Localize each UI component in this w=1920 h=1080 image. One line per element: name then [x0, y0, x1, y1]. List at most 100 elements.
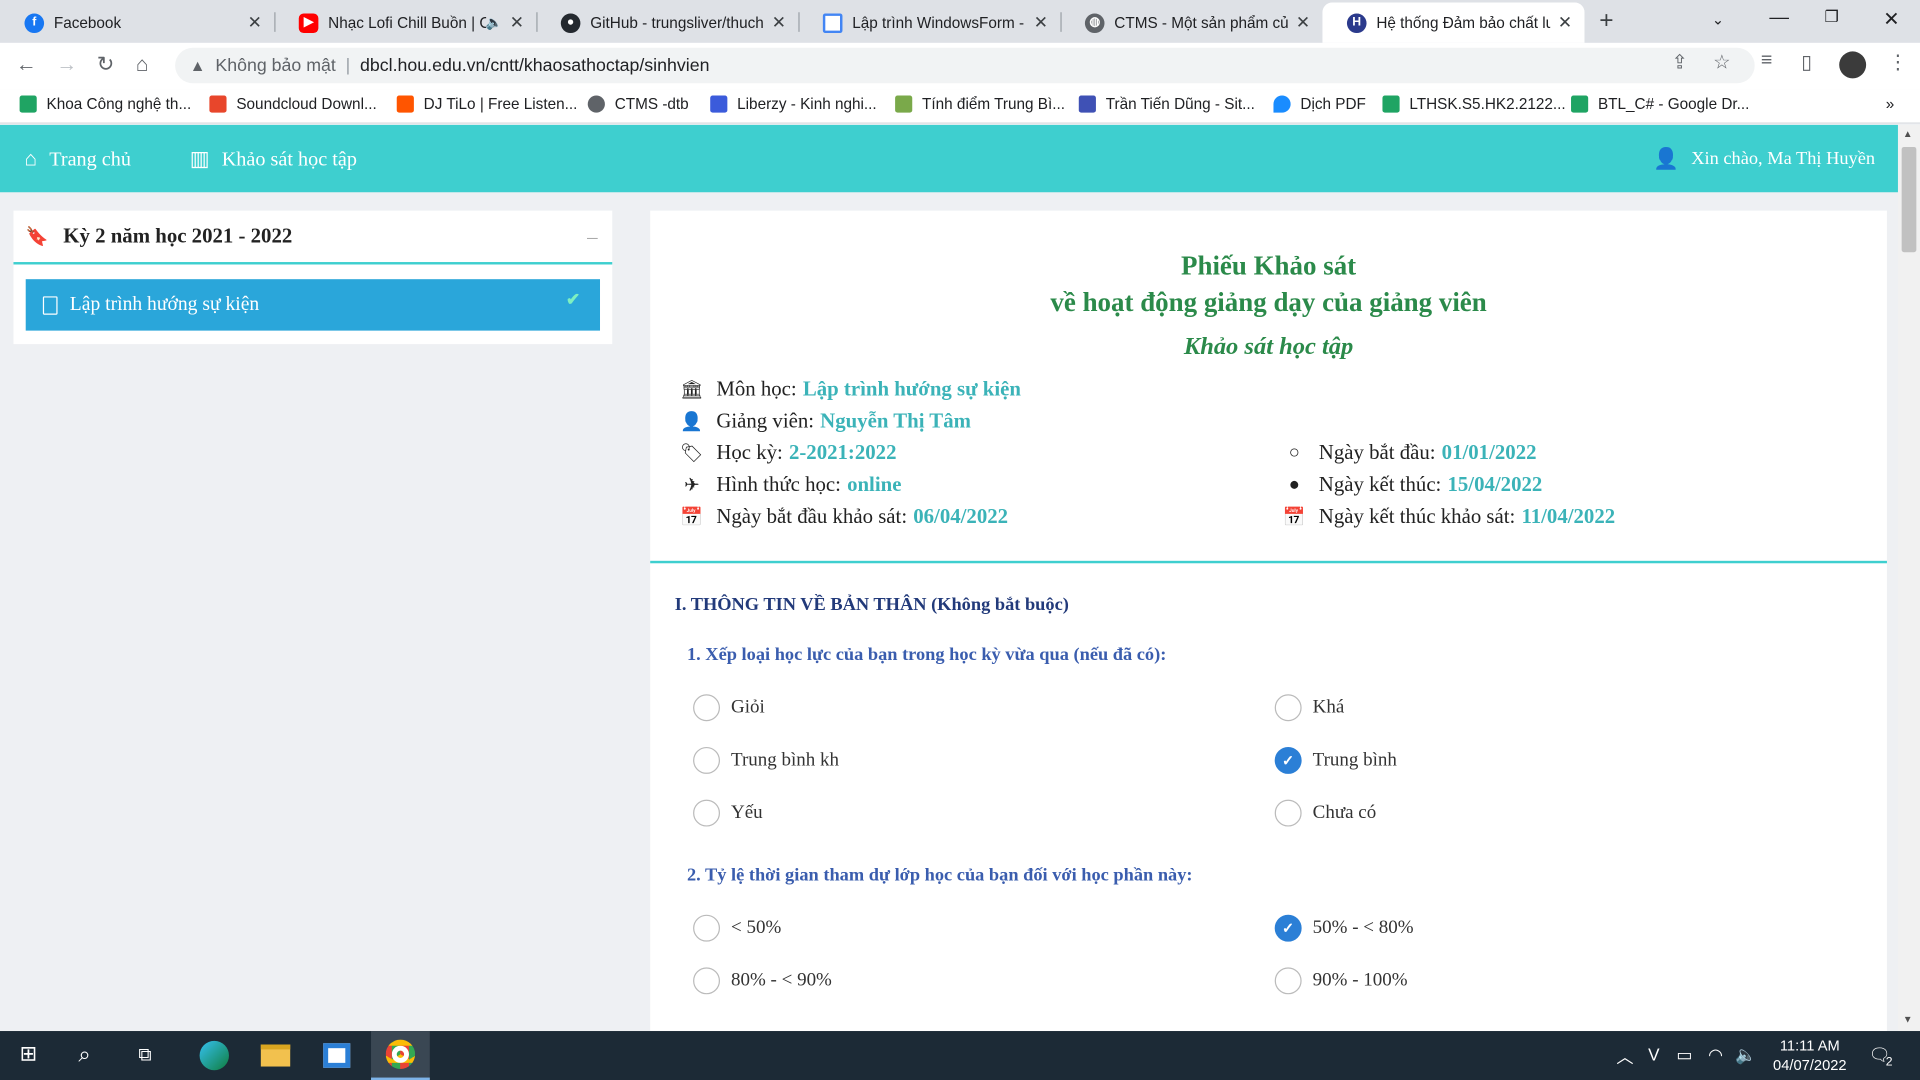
new-tab-button[interactable]: + — [1599, 7, 1613, 35]
radio-button[interactable] — [1274, 967, 1302, 995]
option-label: 50% - < 80% — [1312, 917, 1414, 938]
audio-playing-icon[interactable]: 🔈 — [486, 15, 503, 31]
menu-kebab-icon[interactable]: ⋮ — [1888, 50, 1908, 74]
nav-survey-label: Khảo sát học tập — [221, 146, 357, 171]
close-tab-icon[interactable]: ✕ — [248, 12, 262, 33]
nav-survey-link[interactable]: ▥ Khảo sát học tập — [190, 147, 357, 171]
q2-option-50-80[interactable]: ✓ 50% - < 80% — [1274, 914, 1414, 942]
tab-youtube[interactable]: ▶ Nhạc Lofi Chill Buồn | C 🔈 ✕ — [274, 2, 536, 42]
tab-title: CTMS - Một sản phẩm của — [1114, 14, 1289, 32]
close-tab-icon[interactable]: ✕ — [510, 12, 524, 33]
url-text[interactable]: dbcl.hou.edu.vn/cntt/khaosathoctap/sinhv… — [360, 56, 709, 76]
reload-icon[interactable]: ↻ — [97, 53, 114, 77]
sidebar-item-course[interactable]: Lập trình hướng sự kiện ✔ — [25, 279, 601, 331]
bookmark-item[interactable]: Tính điểm Trung Bì... — [895, 95, 1065, 113]
q1-option-yeu[interactable]: Yếu — [693, 799, 763, 827]
tab-search-icon[interactable]: ⌄ — [1712, 11, 1724, 28]
bookmark-item[interactable]: Trần Tiến Dũng - Sit... — [1078, 95, 1255, 113]
tab-dbcl-active[interactable]: H Hệ thống Đảm bảo chất lư ✕ — [1322, 2, 1585, 43]
bookmark-item[interactable]: Soundcloud Downl... — [209, 95, 377, 113]
radio-button-checked[interactable]: ✓ — [1274, 746, 1302, 774]
sidebar-header[interactable]: 🔖 Kỳ 2 năm học 2021 - 2022 – — [13, 211, 613, 265]
address-bar[interactable]: ▲ Không bảo mật | dbcl.hou.edu.vn/cntt/k… — [175, 47, 1755, 84]
back-icon[interactable]: ← — [16, 53, 37, 77]
collapse-button[interactable]: – — [587, 225, 597, 249]
bookmark-icon: 🔖 — [25, 227, 49, 247]
scroll-down-icon[interactable]: ▼ — [1903, 1014, 1913, 1025]
q1-option-trung-binh[interactable]: ✓ Trung bình — [1274, 746, 1397, 774]
task-view-icon[interactable]: ⧉ — [138, 1044, 151, 1065]
close-tab-icon[interactable]: ✕ — [1558, 12, 1572, 33]
store-app-icon[interactable] — [307, 1031, 366, 1080]
tab-windowsform[interactable]: Lập trình WindowsForm - tạ ✕ — [798, 2, 1060, 42]
tab-title: Facebook — [53, 14, 122, 32]
security-label[interactable]: Không bảo mật — [215, 56, 335, 76]
q1-option-kha[interactable]: Khá — [1274, 694, 1345, 722]
radio-button[interactable] — [693, 914, 721, 942]
close-window-button[interactable]: ✕ — [1883, 7, 1899, 31]
side-panel-icon[interactable]: ▯ — [1801, 50, 1812, 74]
bookmark-item[interactable]: Khoa Công nghệ th... — [19, 95, 192, 113]
windows-start-icon[interactable]: ⊞ — [20, 1042, 37, 1066]
maximize-button[interactable]: ❐ — [1825, 7, 1839, 27]
share-icon[interactable]: ⇪ — [1671, 50, 1687, 74]
close-tab-icon[interactable]: ✕ — [1296, 12, 1310, 33]
close-tab-icon[interactable]: ✕ — [1034, 12, 1048, 33]
radio-button-checked[interactable]: ✓ — [1274, 914, 1302, 942]
q2-option-lt50[interactable]: < 50% — [693, 914, 781, 942]
close-tab-icon[interactable]: ✕ — [772, 12, 786, 33]
bookmark-item[interactable]: Liberzy - Kinh nghi... — [710, 95, 877, 113]
wifi-icon[interactable]: ◠ — [1708, 1044, 1723, 1065]
radio-button[interactable] — [1274, 694, 1302, 722]
radio-button[interactable] — [1274, 799, 1302, 827]
bookmark-label: Trần Tiến Dũng - Sit... — [1105, 95, 1255, 113]
vpn-icon[interactable]: V — [1648, 1044, 1659, 1064]
q2-option-80-90[interactable]: 80% - < 90% — [693, 967, 832, 995]
chrome-app-icon[interactable] — [371, 1031, 430, 1080]
tab-github[interactable]: ● GitHub - trungsliver/thucha ✕ — [536, 2, 798, 42]
radio-button[interactable] — [693, 746, 721, 774]
tab-ctms[interactable]: ◍ CTMS - Một sản phẩm của ✕ — [1060, 2, 1322, 42]
media-control-icon[interactable]: ≡ — [1761, 50, 1772, 72]
info-subject: 🏛 Môn học: Lập trình hướng sự kiện — [677, 377, 1021, 401]
profile-avatar[interactable] — [1839, 51, 1867, 79]
bookmark-item[interactable]: Dịch PDF — [1273, 95, 1366, 113]
bookmark-item[interactable]: CTMS -dtb — [587, 95, 689, 113]
radio-button[interactable] — [693, 799, 721, 827]
radio-button[interactable] — [693, 967, 721, 995]
page-scrollbar[interactable]: ▲ ▼ — [1897, 124, 1920, 1032]
radio-button[interactable] — [693, 694, 721, 722]
home-icon[interactable]: ⌂ — [136, 53, 149, 77]
nav-home-link[interactable]: ⌂ Trang chủ — [24, 147, 130, 171]
tray-expand-icon[interactable]: ︿ — [1616, 1044, 1633, 1068]
nav-home-label: Trang chủ — [49, 146, 131, 171]
section-heading: I. THÔNG TIN VỀ BẢN THÂN (Không bắt buộc… — [674, 595, 1069, 615]
q1-option-gioi[interactable]: Giỏi — [693, 694, 765, 722]
info-value: Lập trình hướng sự kiện — [802, 377, 1021, 401]
q1-option-chua-co[interactable]: Chưa có — [1274, 799, 1376, 827]
minimize-button[interactable]: — — [1769, 7, 1789, 29]
volume-icon[interactable]: 🔈 — [1735, 1044, 1756, 1065]
bookmark-item[interactable]: BTL_C# - Google Dr... — [1571, 95, 1749, 113]
edge-app-icon[interactable] — [185, 1031, 244, 1080]
info-label: Ngày kết thúc khảo sát: — [1318, 504, 1516, 528]
bookmark-star-icon[interactable]: ☆ — [1713, 50, 1731, 74]
option-label: Khá — [1312, 696, 1345, 718]
system-clock[interactable]: 11:11 AM 04/07/2022 — [1763, 1036, 1856, 1075]
bookmark-item[interactable]: DJ TiLo | Free Listen... — [396, 95, 577, 113]
scrollbar-thumb[interactable] — [1901, 146, 1917, 253]
tab-facebook[interactable]: f Facebook ✕ — [0, 2, 274, 42]
q1-option-trung-binh-kha[interactable]: Trung bình kh — [693, 746, 839, 774]
battery-icon[interactable]: ▭ — [1676, 1044, 1692, 1065]
search-icon[interactable]: ⌕ — [78, 1042, 90, 1068]
scroll-up-icon[interactable]: ▲ — [1903, 129, 1913, 140]
bookmarks-overflow-button[interactable]: » — [1886, 96, 1895, 113]
forward-icon[interactable]: → — [56, 53, 77, 77]
browser-tab-bar: f Facebook ✕ ▶ Nhạc Lofi Chill Buồn | C … — [0, 0, 1920, 43]
not-secure-warning-icon[interactable]: ▲ — [190, 56, 206, 74]
user-greeting[interactable]: 👤 Xin chào, Ma Thị Huyền — [1653, 147, 1875, 171]
file-explorer-app-icon[interactable] — [246, 1031, 305, 1080]
q2-option-90-100[interactable]: 90% - 100% — [1274, 967, 1408, 995]
grade-icon — [895, 95, 913, 113]
bookmark-item[interactable]: LTHSK.S5.HK2.2122... — [1382, 95, 1566, 113]
